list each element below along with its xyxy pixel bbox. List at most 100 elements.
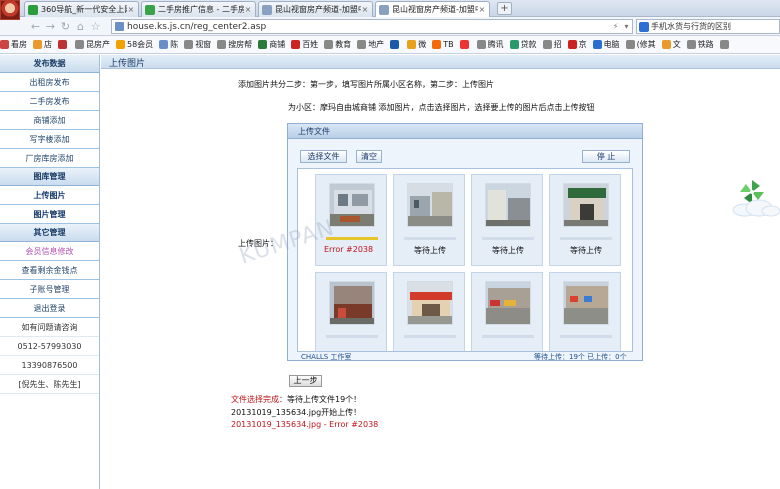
bookmark-label: 昆房产 (86, 40, 110, 49)
bookmark-label: 地产 (368, 40, 385, 49)
sidebar-item[interactable]: 上传图片 (0, 186, 99, 205)
forward-arrow-icon[interactable]: → (44, 20, 57, 33)
bookmark-item[interactable]: 店 (33, 39, 52, 50)
url-text[interactable]: house.ks.js.cn/reg_center2.asp (127, 22, 610, 32)
address-bar[interactable]: house.ks.js.cn/reg_center2.asp ⚡ ▾ (111, 19, 633, 34)
sidebar-item[interactable]: 查看剩余金钱点 (0, 261, 99, 280)
bookmark-item[interactable]: 视窗 (184, 39, 211, 50)
browser-tab-2[interactable]: 二手房推广信息 - 二手房 × (141, 1, 256, 17)
sidebar-item[interactable]: 写字楼添加 (0, 130, 99, 149)
file-status-label: Error #2038 (324, 245, 374, 254)
bookmark-item[interactable] (58, 40, 69, 49)
home-icon[interactable]: ⌂ (74, 20, 87, 33)
tab-label: 二手房推广信息 - 二手房 (158, 5, 244, 14)
bookmark-item[interactable]: 百姓 (291, 39, 318, 50)
bookmark-item[interactable]: 微 (407, 39, 426, 50)
bookmark-item[interactable]: 贷款 (509, 39, 537, 50)
bookmarks-bar: 看房 店 昆房产 58会员 陈 视窗 搜房帮 商铺 百姓 教育 地产 微 TB 腾讯 贷款 招 京 电脑 (修其 文 铁… (0, 36, 780, 54)
bookmark-item[interactable] (719, 40, 731, 49)
bookmark-item[interactable]: 看房 (0, 39, 27, 50)
bookmark-icon (33, 40, 42, 49)
tab-close-icon[interactable]: × (127, 5, 135, 14)
bookmark-item[interactable]: 文 (661, 39, 681, 50)
navigation-bar: ← → ↻ ⌂ ☆ house.ks.js.cn/reg_center2.asp… (0, 17, 780, 36)
file-thumbnail-card[interactable] (549, 272, 621, 351)
refresh-icon[interactable]: ↻ (59, 20, 72, 33)
bookmark-item[interactable]: 京 (567, 39, 587, 50)
bookmark-item[interactable]: (修其 (625, 39, 656, 50)
sidebar-item[interactable]: 图片管理 (0, 205, 99, 224)
lightning-icon[interactable]: ⚡ (610, 22, 621, 31)
content-title-bar: 上传图片 (101, 55, 780, 69)
page-favicon-icon (115, 22, 124, 31)
bookmark-item[interactable]: 昆房产 (75, 39, 110, 50)
bookmark-icon (159, 40, 169, 49)
file-thumbnail-grid: Error #2038 等待上传 等待上传 等待上传 (297, 168, 633, 352)
bookmark-label: 贷款 (520, 40, 537, 49)
browser-tab-bar: 360导航_新一代安全上网导航×二手房推广信息 - 二手房×昆山视窗房产频道-加… (0, 0, 780, 17)
bookmark-icon (719, 40, 729, 49)
photo-preview (407, 183, 453, 227)
upload-progress-bar (326, 335, 378, 338)
bookmark-item[interactable]: TB (432, 40, 454, 49)
back-arrow-icon[interactable]: ← (29, 20, 42, 33)
browser-tab-3[interactable]: 昆山视窗房产频道-加盟中介× (258, 1, 373, 17)
sidebar-item[interactable]: 子账号管理 (0, 280, 99, 299)
log-line: 文件选择完成：等待上传文件19个！ (231, 394, 361, 405)
bookmark-item[interactable] (390, 40, 401, 49)
sidebar-item[interactable]: 出租房发布 (0, 73, 99, 92)
contact-info-line: 13390876500 (0, 356, 99, 375)
search-box[interactable]: 手机水货与行货的区别 (636, 19, 780, 34)
file-thumbnail-card[interactable]: 等待上传 (471, 174, 543, 266)
search-engine-icon[interactable] (639, 21, 649, 32)
new-tab-button[interactable]: + (497, 2, 512, 15)
upload-progress-bar (482, 335, 534, 338)
bookmark-item[interactable]: 58会员 (116, 39, 153, 50)
bookmark-item[interactable]: 陈 (159, 39, 178, 50)
browser-tab-4[interactable]: 昆山视窗房产频道-加盟中介× (375, 1, 490, 17)
uploader-title: 上传文件 (288, 124, 642, 139)
bookmark-item[interactable]: 铁路 (686, 39, 714, 50)
file-thumbnail-card[interactable] (393, 272, 465, 351)
bookmark-icon (509, 40, 519, 49)
sidebar-item[interactable]: 二手房发布 (0, 92, 99, 111)
sidebar-item[interactable]: 会员信息修改 (0, 242, 99, 261)
file-thumbnail-card[interactable]: 等待上传 (549, 174, 621, 266)
tab-favicon-icon (379, 4, 389, 15)
bookmark-item[interactable]: 招 (542, 39, 562, 50)
bookmark-icon (0, 40, 9, 49)
sidebar-item[interactable]: 退出登录 (0, 299, 99, 318)
bookmark-item[interactable]: 腾讯 (476, 39, 504, 50)
tab-close-icon[interactable]: × (244, 5, 252, 14)
bookmark-icon (625, 40, 635, 49)
clear-button[interactable]: 清空 (356, 150, 382, 163)
sidebar-item[interactable]: 商铺添加 (0, 111, 99, 130)
bookmark-icon (184, 40, 194, 49)
bookmark-item[interactable]: 电脑 (592, 39, 620, 50)
previous-step-button[interactable]: 上一步 (289, 375, 322, 387)
file-thumbnail-card[interactable]: 等待上传 (393, 174, 465, 266)
upload-progress-bar (482, 237, 534, 240)
file-thumbnail-card[interactable] (315, 272, 387, 351)
dropdown-arrow-icon[interactable]: ▾ (621, 22, 632, 31)
browser-tab-1[interactable]: 360导航_新一代安全上网导航× (24, 1, 139, 17)
file-thumbnail-card[interactable] (471, 272, 543, 351)
bookmark-item[interactable]: 搜房帮 (217, 39, 252, 50)
bookmark-item[interactable]: 地产 (357, 39, 384, 50)
page-title: 上传图片 (109, 59, 146, 69)
bookmark-icon (459, 40, 469, 49)
bookmark-item[interactable]: 教育 (324, 39, 351, 50)
star-icon[interactable]: ☆ (89, 20, 102, 33)
search-query[interactable]: 手机水货与行货的区别 (651, 21, 731, 32)
bookmark-item[interactable] (459, 40, 471, 49)
file-status-label: 等待上传 (570, 246, 602, 255)
select-files-button[interactable]: 选择文件 (300, 150, 347, 163)
stop-button[interactable]: 停 止 (582, 150, 630, 163)
upload-progress-bar (560, 335, 612, 338)
bookmark-item[interactable]: 商铺 (258, 39, 285, 50)
tab-close-icon[interactable]: × (361, 5, 369, 14)
tab-close-icon[interactable]: × (478, 5, 486, 14)
user-avatar[interactable] (0, 0, 20, 20)
tab-favicon-icon (262, 4, 272, 15)
sidebar-item[interactable]: 厂房库房添加 (0, 149, 99, 168)
